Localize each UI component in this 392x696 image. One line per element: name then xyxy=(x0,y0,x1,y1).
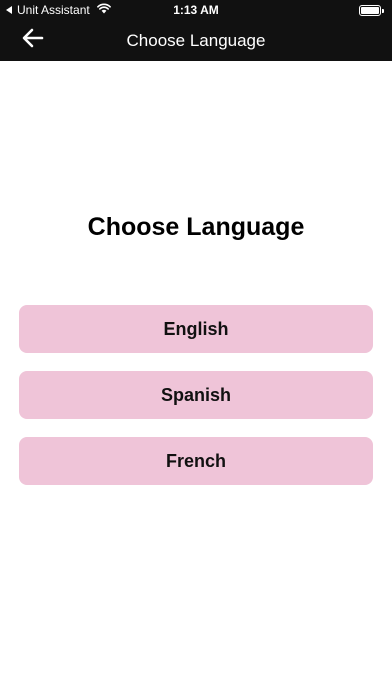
nav-title: Choose Language xyxy=(126,31,266,50)
page-heading: Choose Language xyxy=(87,213,305,241)
navigation-bar: Choose Language xyxy=(0,20,392,61)
french-button[interactable]: French xyxy=(19,437,373,485)
battery-icon xyxy=(359,5,384,16)
status-bar: Unit Assistant 1:13 AM xyxy=(0,0,392,20)
status-time: 1:13 AM xyxy=(173,3,219,17)
spanish-button[interactable]: Spanish xyxy=(19,371,373,419)
english-button[interactable]: English xyxy=(19,305,373,353)
